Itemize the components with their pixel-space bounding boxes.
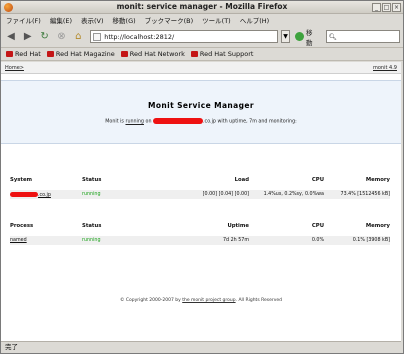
menu-edit[interactable]: 編集(E) <box>50 15 72 25</box>
bookmark-label: Red Hat Magazine <box>55 50 115 58</box>
bookmark-label: Red Hat <box>15 50 41 58</box>
menu-view[interactable]: 表示(V) <box>81 15 104 25</box>
process-name-link[interactable]: named <box>10 236 82 245</box>
maximize-icon[interactable]: □ <box>382 3 391 12</box>
col-status: Status <box>82 223 102 229</box>
window-title: monit: service manager - Mozilla Firefox <box>116 2 288 11</box>
page-content: Home> monit 4.9 Monit Service Manager Mo… <box>1 62 401 341</box>
process-table: Process Status Uptime CPU Memory named r… <box>10 221 390 245</box>
go-icon <box>295 32 304 41</box>
window-controls: _ □ × <box>372 3 401 12</box>
bookmark-red-hat[interactable]: Red Hat <box>6 50 41 58</box>
memory-value: 0.1% [3908 kB] <box>324 236 390 245</box>
redhat-icon <box>6 51 13 57</box>
close-icon[interactable]: × <box>392 3 401 12</box>
reload-icon[interactable]: ↻ <box>38 30 52 44</box>
go-button[interactable]: 移動 <box>295 27 319 47</box>
status-badge: running <box>82 236 182 245</box>
copyright-footer: © Copyright 2000-2007 by the monit proje… <box>1 298 401 303</box>
header-panel: Monit Service Manager Monit is running o… <box>1 80 401 144</box>
version-link[interactable]: monit 4.9 <box>373 65 397 71</box>
bookmark-label: Red Hat Support <box>199 50 254 58</box>
menu-bar: ファイル(F) 編集(E) 表示(V) 移動(G) ブックマーク(B) ツール(… <box>1 14 403 26</box>
forward-icon[interactable]: ▶ <box>21 30 35 44</box>
menu-tools[interactable]: ツール(T) <box>202 15 231 25</box>
redacted-hostname <box>153 118 204 124</box>
table-header-row: System Status Load CPU Memory <box>10 175 390 185</box>
col-process: Process <box>10 223 34 229</box>
url-bar[interactable]: http://localhost:2812/ <box>90 30 279 43</box>
bookmark-red-hat-magazine[interactable]: Red Hat Magazine <box>46 50 115 58</box>
search-input[interactable]: 🔍︎ <box>325 30 400 43</box>
uptime-value: 7d 2h 57m <box>182 236 249 245</box>
navigation-toolbar: ◀ ▶ ↻ ⊗ ⌂ http://localhost:2812/ ▼ 移動 🔍︎ <box>1 26 403 48</box>
home-icon[interactable]: ⌂ <box>71 30 85 44</box>
status-badge: running <box>82 190 182 199</box>
bookmark-label: Red Hat Network <box>129 50 185 58</box>
footer-prefix: © Copyright 2000-2007 by <box>119 298 181 303</box>
col-status: Status <box>82 177 102 183</box>
go-label: 移動 <box>305 28 313 47</box>
home-link[interactable]: Home> <box>5 65 24 71</box>
status-subtitle: Monit is running on .co.jp with uptime, … <box>1 118 401 125</box>
menu-go[interactable]: 移動(G) <box>113 15 136 25</box>
redhat-icon <box>46 51 54 57</box>
subtitle-on: on <box>145 119 152 125</box>
back-icon[interactable]: ◀ <box>4 30 18 44</box>
url-text: http://localhost:2812/ <box>104 32 175 41</box>
col-system: System <box>10 177 33 183</box>
menu-bookmarks[interactable]: ブックマーク(B) <box>145 15 194 25</box>
bookmarks-toolbar: Red Hat Red Hat Magazine Red Hat Network… <box>1 48 403 61</box>
table-row: .co.jp running [0.00] [0.04] [0.00] 1.4%… <box>10 190 390 199</box>
url-dropdown-icon[interactable]: ▼ <box>281 30 291 43</box>
project-group-link[interactable]: the monit project group <box>182 298 235 303</box>
redhat-icon <box>190 51 198 57</box>
breadcrumb-bar: Home> monit 4.9 <box>1 62 401 74</box>
menu-file[interactable]: ファイル(F) <box>6 15 41 25</box>
page-icon <box>93 32 102 41</box>
col-uptime: Uptime <box>227 223 249 229</box>
cpu-value: 1.4%us, 0.2%sy, 0.0%wa <box>249 190 324 199</box>
load-value: [0.00] [0.04] [0.00] <box>182 190 249 199</box>
table-row: named running 7d 2h 57m 0.0% 0.1% [3908 … <box>10 236 390 245</box>
redhat-icon <box>120 51 128 57</box>
col-memory: Memory <box>365 177 390 183</box>
memory-value: 73.4% [1512456 kB] <box>324 190 390 199</box>
col-cpu: CPU <box>311 223 324 229</box>
bookmark-red-hat-support[interactable]: Red Hat Support <box>190 50 254 58</box>
col-memory: Memory <box>365 223 390 229</box>
page-title: Monit Service Manager <box>148 101 254 110</box>
system-table: System Status Load CPU Memory .co.jp run… <box>10 175 390 199</box>
status-bar: 完了 <box>1 341 401 353</box>
subtitle-suffix: .co.jp with uptime, 7m and monitoring: <box>203 119 297 125</box>
running-link[interactable]: running <box>125 120 144 125</box>
search-magnifier-icon: 🔍︎ <box>328 32 338 41</box>
stop-icon[interactable]: ⊗ <box>55 30 69 44</box>
bookmark-red-hat-network[interactable]: Red Hat Network <box>120 50 185 58</box>
title-bar: monit: service manager - Mozilla Firefox… <box>1 1 403 14</box>
subtitle-prefix: Monit is <box>105 119 124 125</box>
system-name-link[interactable]: .co.jp <box>10 190 82 199</box>
menu-help[interactable]: ヘルプ(H) <box>240 15 269 25</box>
table-header-row: Process Status Uptime CPU Memory <box>10 221 390 231</box>
minimize-icon[interactable]: _ <box>372 3 381 12</box>
redacted-hostname <box>10 191 38 197</box>
col-cpu: CPU <box>311 177 324 183</box>
footer-suffix: . All Rights Reserved <box>235 298 283 303</box>
cpu-value: 0.0% <box>249 236 324 245</box>
col-load: Load <box>234 177 249 183</box>
